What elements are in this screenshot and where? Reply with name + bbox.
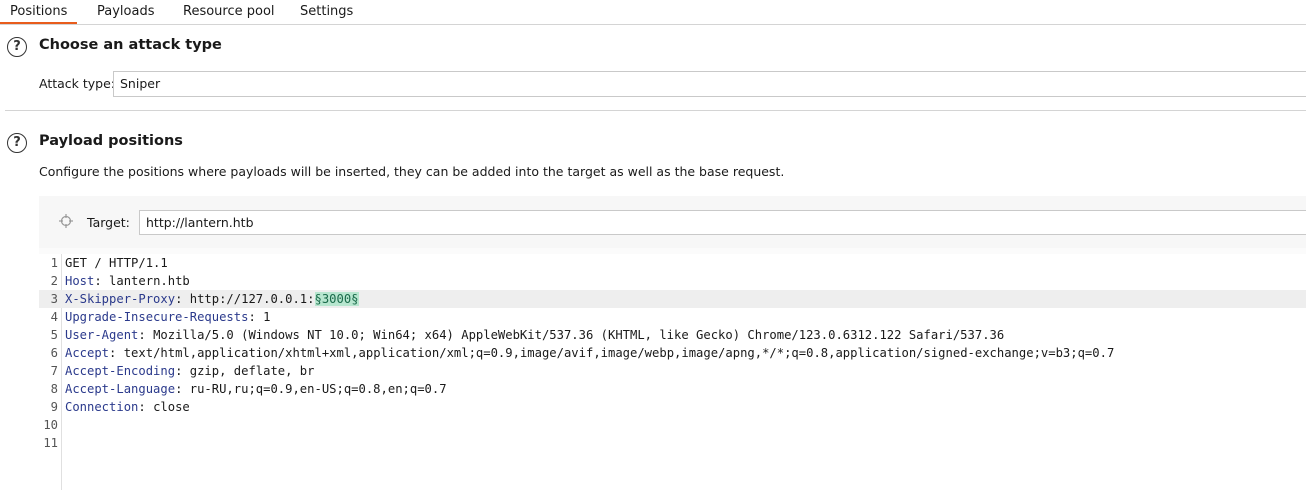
header-value: Mozilla/5.0 (Windows NT 10.0; Win64; x64…	[153, 328, 1005, 342]
attack-type-heading: Choose an attack type	[39, 37, 222, 53]
header-value: close	[153, 400, 190, 414]
line-text: User-Agent: Mozilla/5.0 (Windows NT 10.0…	[65, 326, 1004, 344]
section-divider	[5, 110, 1306, 111]
line-number: 7	[50, 364, 58, 378]
header-value: lantern.htb	[109, 274, 190, 288]
header-value: ru-RU,ru;q=0.9,en-US;q=0.8,en;q=0.7	[189, 382, 447, 396]
header-separator: :	[94, 274, 110, 288]
header-separator: :	[175, 382, 190, 396]
line-number: 4	[50, 310, 58, 324]
request-line[interactable]: 11	[39, 434, 1306, 452]
line-number: 3	[50, 292, 58, 306]
payload-positions-description: Configure the positions where payloads w…	[39, 164, 785, 179]
crosshair-icon[interactable]	[59, 214, 73, 228]
line-number: 2	[50, 274, 58, 288]
header-name: X-Skipper-Proxy	[65, 292, 176, 306]
line-text: Accept: text/html,application/xhtml+xml,…	[65, 344, 1114, 362]
tab-bar: Positions Payloads Resource pool Setting…	[0, 0, 1306, 25]
line-text: Accept-Encoding: gzip, deflate, br	[65, 362, 315, 380]
line-number: 10	[43, 418, 58, 432]
header-separator: :	[248, 310, 264, 324]
header-name: Upgrade-Insecure-Requests	[65, 310, 249, 324]
header-separator: :	[138, 328, 154, 342]
request-line[interactable]: 9 Connection: close	[39, 398, 1306, 416]
header-separator: :	[175, 364, 190, 378]
request-line[interactable]: 4 Upgrade-Insecure-Requests: 1	[39, 308, 1306, 326]
line-number: 11	[43, 436, 58, 450]
line-number: 5	[50, 328, 58, 342]
request-line[interactable]: 3 X-Skipper-Proxy: http://127.0.0.1:§3000…	[39, 290, 1306, 308]
help-icon[interactable]: ?	[7, 133, 27, 153]
line-text: Upgrade-Insecure-Requests: 1	[65, 308, 270, 326]
header-name: Accept-Language	[65, 382, 176, 396]
request-line[interactable]: 8 Accept-Language: ru-RU,ru;q=0.9,en-US;q…	[39, 380, 1306, 398]
attack-type-label: Attack type:	[39, 76, 116, 91]
header-value: http://127.0.0.1:	[189, 292, 315, 306]
line-number: 8	[50, 382, 58, 396]
header-value: text/html,application/xhtml+xml,applicat…	[123, 346, 1115, 360]
line-number: 1	[50, 256, 58, 270]
header-name: Connection	[65, 400, 139, 414]
request-line[interactable]: 7 Accept-Encoding: gzip, deflate, br	[39, 362, 1306, 380]
tab-positions[interactable]: Positions	[0, 0, 78, 24]
request-editor-panel: Target: http://lantern.htb 1 GET / HTTP/1…	[39, 196, 1306, 490]
header-separator: :	[175, 292, 190, 306]
payload-positions-heading: Payload positions	[39, 133, 183, 149]
header-separator: :	[109, 346, 124, 360]
line-text: GET / HTTP/1.1	[65, 254, 168, 272]
header-name: Accept	[65, 346, 110, 360]
header-name: Accept-Encoding	[65, 364, 176, 378]
attack-type-select[interactable]: Sniper	[113, 71, 1306, 97]
request-line[interactable]: 10	[39, 416, 1306, 434]
tab-resource-pool[interactable]: Resource pool	[183, 0, 275, 23]
payload-position-marker[interactable]: §3000§	[314, 292, 359, 306]
header-value: gzip, deflate, br	[189, 364, 315, 378]
target-bar: Target: http://lantern.htb	[39, 196, 1306, 248]
header-name: User-Agent	[65, 328, 139, 342]
request-editor[interactable]: 1 GET / HTTP/1.1 2 Host: lantern.htb 3 X-Skip…	[39, 254, 1306, 490]
request-line[interactable]: 5 User-Agent: Mozilla/5.0 (Windows NT 10.…	[39, 326, 1306, 344]
line-text: Host: lantern.htb	[65, 272, 190, 290]
header-value: GET / HTTP/1.1	[65, 256, 168, 270]
tab-settings[interactable]: Settings	[300, 0, 353, 23]
request-line[interactable]: 1 GET / HTTP/1.1	[39, 254, 1306, 272]
header-separator: :	[138, 400, 154, 414]
tab-payloads[interactable]: Payloads	[97, 0, 154, 23]
header-name: Host	[65, 274, 95, 288]
header-value: 1	[263, 310, 271, 324]
target-label: Target:	[87, 215, 130, 230]
line-text: Connection: close	[65, 398, 190, 416]
line-number: 6	[50, 346, 58, 360]
line-text: Accept-Language: ru-RU,ru;q=0.9,en-US;q=…	[65, 380, 447, 398]
request-line[interactable]: 2 Host: lantern.htb	[39, 272, 1306, 290]
target-url-field[interactable]: http://lantern.htb	[139, 210, 1306, 235]
help-icon[interactable]: ?	[7, 37, 27, 57]
line-number: 9	[50, 400, 58, 414]
line-text: X-Skipper-Proxy: http://127.0.0.1:§3000§	[65, 290, 359, 308]
request-line[interactable]: 6 Accept: text/html,application/xhtml+xml…	[39, 344, 1306, 362]
